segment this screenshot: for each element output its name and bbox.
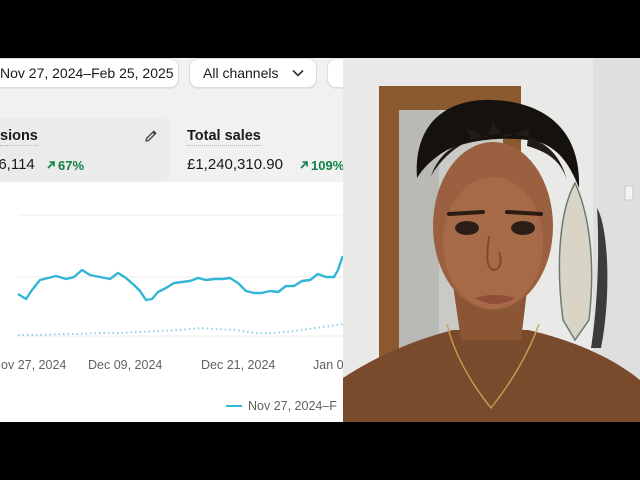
- arrow-up-right-icon: [47, 161, 55, 169]
- date-range-label: Nov 27, 2024–Feb 25, 2025: [0, 65, 174, 81]
- metric-change: 109%: [311, 158, 343, 173]
- x-tick-label: Dec 21, 2024: [201, 358, 276, 372]
- arrow-up-right-icon: [300, 161, 308, 169]
- metric-value: 96,114: [0, 156, 35, 173]
- comparison-series-line: [18, 323, 343, 336]
- x-tick-label: Jan 0: [313, 358, 343, 372]
- channel-label: All channels: [203, 65, 279, 81]
- date-range-picker[interactable]: Nov 27, 2024–Feb 25, 2025: [0, 58, 179, 88]
- metric-value: £1,240,310.90: [187, 156, 283, 173]
- line-chart: Nov 27, 2024 Dec 09, 2024 Dec 21, 2024 J…: [0, 182, 343, 422]
- x-tick-label: Dec 09, 2024: [88, 358, 163, 372]
- pencil-icon[interactable]: [143, 128, 159, 144]
- chart-legend[interactable]: Nov 27, 2024–F: [226, 399, 337, 413]
- legend-label: Nov 27, 2024–F: [248, 399, 337, 413]
- primary-series-line: [17, 255, 343, 302]
- video-frame: Nov 27, 2024–Feb 25, 2025 All channels s…: [0, 58, 640, 422]
- analytics-panel: Nov 27, 2024–Feb 25, 2025 All channels s…: [0, 58, 343, 422]
- toolbar: Nov 27, 2024–Feb 25, 2025 All channels: [0, 58, 343, 106]
- x-tick-label: Nov 27, 2024: [0, 358, 67, 372]
- chevron-down-icon: [292, 69, 304, 77]
- webcam-video: [343, 58, 640, 422]
- compare-button[interactable]: [327, 58, 343, 88]
- channel-select[interactable]: All channels: [189, 58, 317, 88]
- metric-change: 67%: [58, 158, 85, 173]
- metric-card-total-sales[interactable]: Total sales £1,240,310.90 109%: [176, 118, 343, 182]
- legend-swatch: [226, 405, 242, 407]
- chart-plot: [17, 214, 343, 337]
- webcam-image: [343, 58, 640, 422]
- metric-card-sessions[interactable]: sions 96,114 67%: [0, 118, 170, 182]
- metric-label: Total sales: [187, 128, 261, 146]
- metric-label: sions: [0, 128, 38, 146]
